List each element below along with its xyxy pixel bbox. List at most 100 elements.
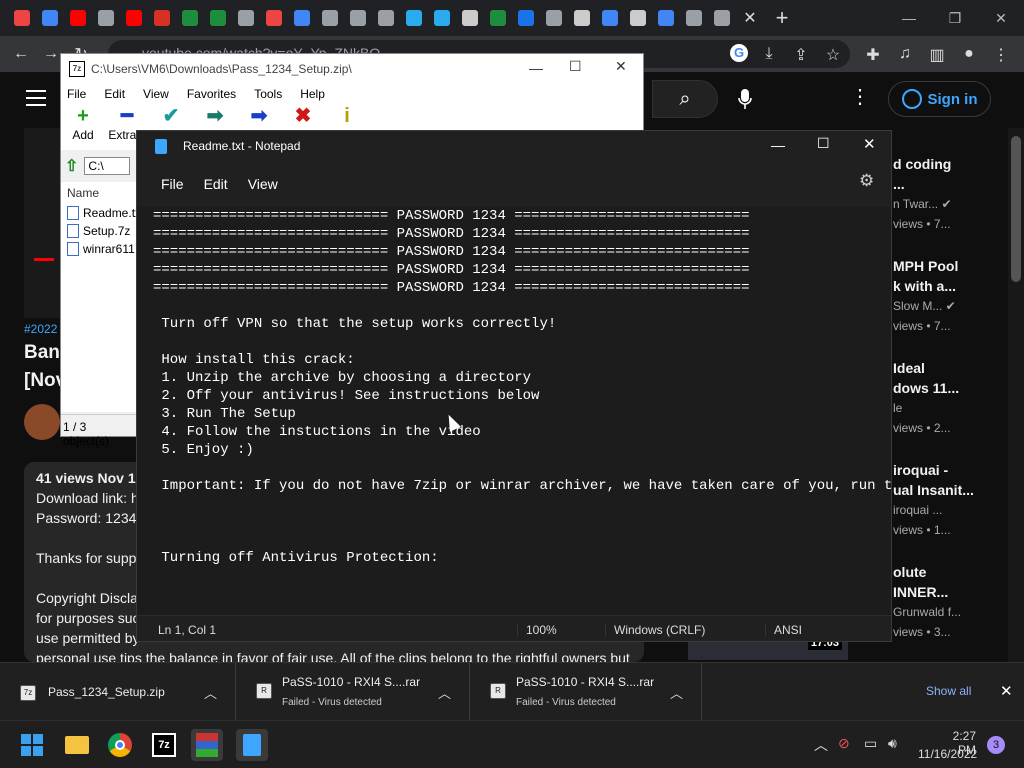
search-button[interactable]: ⌕: [652, 80, 718, 118]
browser-tab[interactable]: [344, 4, 372, 32]
scrollbar-thumb[interactable]: [1011, 136, 1021, 282]
file-row[interactable]: Setup.7z: [61, 222, 136, 240]
browser-tab[interactable]: [372, 4, 400, 32]
extensions-icon[interactable]: ✚: [858, 45, 888, 65]
7zip-maximize-icon[interactable]: ☐: [569, 58, 582, 75]
browser-tab[interactable]: [288, 4, 316, 32]
more-options-icon[interactable]: ⋮: [850, 84, 870, 114]
notification-badge[interactable]: 3: [987, 736, 1005, 754]
related-video[interactable]: olute INNER... Grunwald f... views • 3...: [893, 562, 1008, 642]
media-control-icon[interactable]: ♫: [890, 45, 920, 63]
7zip-menu-item[interactable]: File: [67, 87, 86, 101]
browser-tab[interactable]: [36, 4, 64, 32]
7zip-address-box[interactable]: C:\: [84, 157, 131, 175]
new-tab-button[interactable]: +: [764, 5, 800, 31]
column-header-name[interactable]: Name: [61, 182, 136, 204]
browser-tab[interactable]: [204, 4, 232, 32]
channel-avatar[interactable]: [24, 404, 60, 440]
browser-tab[interactable]: [92, 4, 120, 32]
browser-tab[interactable]: [568, 4, 596, 32]
7zip-menu-item[interactable]: View: [143, 87, 169, 101]
voice-search-icon[interactable]: [730, 84, 760, 114]
share-icon[interactable]: ⇪: [786, 45, 816, 65]
download-item[interactable]: R PaSS-1010 - RXI4 S....rar Failed - Virus…: [470, 663, 702, 721]
bookmark-star-icon[interactable]: ☆: [818, 45, 848, 65]
show-all-button[interactable]: Show all: [926, 684, 971, 698]
volume-icon[interactable]: 🔊︎: [888, 735, 897, 752]
start-button[interactable]: [16, 729, 48, 761]
security-alert-icon[interactable]: ⊘: [838, 735, 850, 752]
file-row[interactable]: Readme.txt: [61, 204, 136, 222]
hashtag-link[interactable]: #2022: [24, 322, 57, 336]
browser-tab[interactable]: [624, 4, 652, 32]
download-item[interactable]: 7z Pass_1234_Setup.zip ︿: [0, 663, 236, 721]
browser-tab[interactable]: [512, 4, 540, 32]
related-video[interactable]: iroquai - ual Insanit... iroquai ... views …: [893, 460, 1008, 540]
install-app-icon[interactable]: ⤓: [754, 45, 784, 63]
sign-in-button[interactable]: Sign in: [888, 81, 991, 117]
chevron-up-icon[interactable]: ︿: [204, 683, 217, 702]
7zip-menu-item[interactable]: Favorites: [187, 87, 236, 101]
browser-tab[interactable]: [456, 4, 484, 32]
related-video[interactable]: MPH Pool k with a... Slow M... ✔ views • 7.…: [893, 256, 1008, 336]
browser-tab[interactable]: [596, 4, 624, 32]
progress-bar[interactable]: [34, 258, 54, 261]
notepad-taskbar-icon[interactable]: [236, 729, 268, 761]
back-icon[interactable]: ←: [6, 45, 36, 63]
related-video[interactable]: Ideal dows 11... le views • 2...: [893, 358, 1008, 438]
browser-tab[interactable]: [540, 4, 568, 32]
7zip-menu-item[interactable]: Help: [300, 87, 325, 101]
google-lens-icon[interactable]: G: [730, 44, 748, 62]
chrome-menu-icon[interactable]: ⋮: [986, 45, 1016, 65]
related-video[interactable]: d coding... n Twar... ✔ views • 7...: [893, 154, 1008, 234]
browser-tab[interactable]: [680, 4, 708, 32]
close-tab-icon[interactable]: ✕: [736, 8, 764, 28]
browser-tab[interactable]: [8, 4, 36, 32]
notepad-settings-icon[interactable]: ⚙: [859, 171, 874, 191]
7zip-taskbar-icon[interactable]: 7z: [148, 729, 180, 761]
7zip-tool-button[interactable]: + Add: [69, 104, 97, 150]
browser-tab[interactable]: [652, 4, 680, 32]
7zip-close-icon[interactable]: ✕: [615, 58, 627, 75]
7zip-menu-item[interactable]: Tools: [254, 87, 282, 101]
browser-tab[interactable]: [120, 4, 148, 32]
file-row[interactable]: winrar611: [61, 240, 136, 258]
close-window-icon[interactable]: ✕: [978, 10, 1024, 27]
chevron-up-icon[interactable]: ︿: [670, 683, 683, 702]
download-item[interactable]: R PaSS-1010 - RXI4 S....rar Failed - Virus…: [236, 663, 470, 721]
restore-icon[interactable]: ❐: [932, 10, 978, 27]
notepad-minimize-icon[interactable]: —: [771, 137, 785, 153]
7zip-menu-item[interactable]: Edit: [104, 87, 125, 101]
up-folder-icon[interactable]: ⇧: [65, 156, 78, 176]
browser-tab[interactable]: [484, 4, 512, 32]
browser-tab[interactable]: [148, 4, 176, 32]
notepad-menu-item[interactable]: Edit: [194, 176, 238, 192]
notepad-close-icon[interactable]: ✕: [863, 135, 876, 153]
notepad-text-area[interactable]: ============================ PASSWORD 12…: [137, 207, 891, 615]
browser-tab[interactable]: [708, 4, 736, 32]
notepad-menu-item[interactable]: View: [238, 176, 288, 192]
video-player[interactable]: [24, 128, 64, 318]
minimize-icon[interactable]: —: [886, 10, 932, 26]
profile-icon[interactable]: ●: [954, 45, 984, 63]
menu-hamburger-icon[interactable]: [26, 90, 46, 106]
browser-tab[interactable]: [64, 4, 92, 32]
browser-tab[interactable]: [400, 4, 428, 32]
side-panel-icon[interactable]: ▥: [922, 45, 952, 65]
notepad-menu-item[interactable]: File: [151, 176, 194, 192]
clock-date[interactable]: 11/16/2022: [918, 747, 977, 761]
browser-tab[interactable]: [260, 4, 288, 32]
browser-tab[interactable]: [428, 4, 456, 32]
show-hidden-icons[interactable]: ︿: [814, 735, 828, 755]
file-explorer-icon[interactable]: [61, 729, 93, 761]
chrome-taskbar-icon[interactable]: [104, 729, 136, 761]
browser-tab[interactable]: [232, 4, 260, 32]
close-shelf-icon[interactable]: ✕: [1000, 682, 1013, 700]
browser-tab[interactable]: [176, 4, 204, 32]
winrar-taskbar-icon[interactable]: [191, 729, 223, 761]
7zip-minimize-icon[interactable]: —: [529, 60, 543, 76]
network-icon[interactable]: ▭: [864, 735, 877, 752]
browser-tab[interactable]: [316, 4, 344, 32]
notepad-maximize-icon[interactable]: ☐: [817, 135, 830, 152]
chevron-up-icon[interactable]: ︿: [438, 683, 451, 702]
